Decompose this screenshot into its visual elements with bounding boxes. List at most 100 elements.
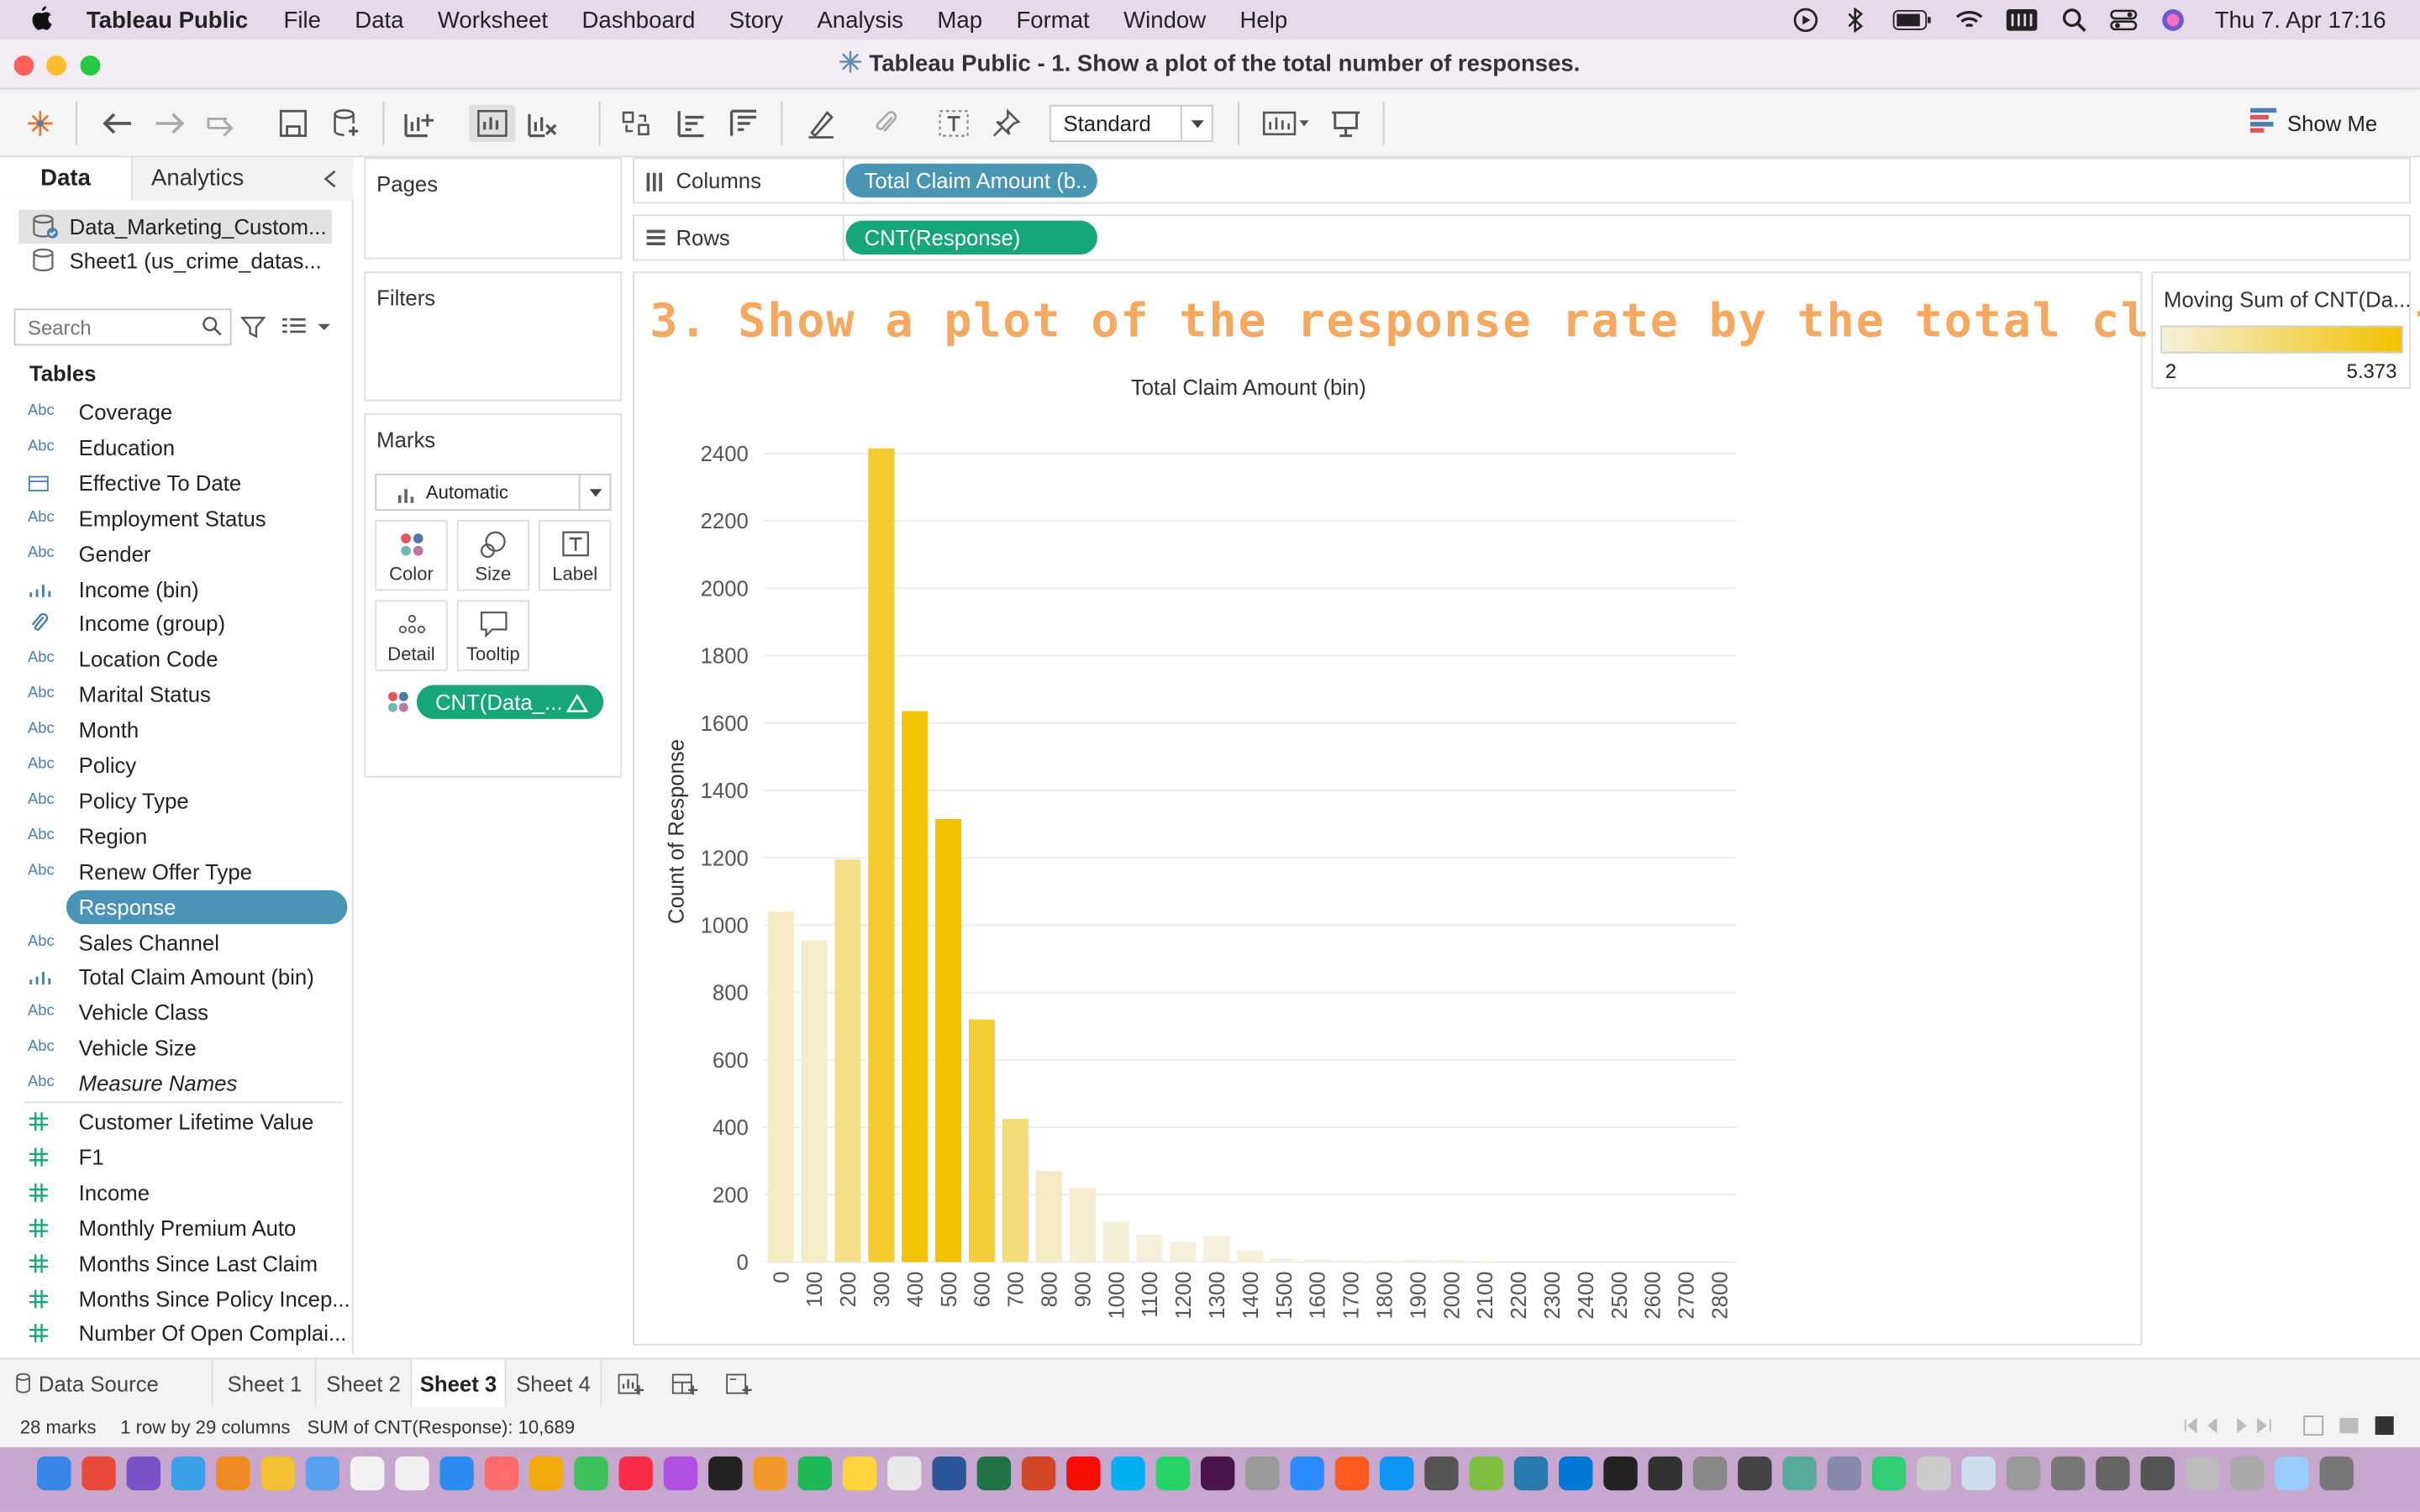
dock-app-icon[interactable] (1155, 1456, 1191, 1491)
tab-data[interactable]: Data (0, 157, 133, 201)
field-measure-names[interactable]: Abc Measure Names (28, 1066, 349, 1100)
dock-app-icon[interactable] (439, 1456, 474, 1491)
dock-app-icon[interactable] (1871, 1456, 1907, 1491)
dock-app-icon[interactable] (663, 1456, 698, 1491)
sheet-tab-3[interactable]: Sheet 3 (412, 1359, 507, 1409)
siri-icon[interactable] (2160, 8, 2187, 32)
field-renew-offer-type[interactable]: Abc Renew Offer Type (28, 854, 349, 888)
sort-ascending-icon[interactable] (673, 105, 710, 142)
bluetooth-icon[interactable] (1841, 8, 1869, 33)
menu-analysis[interactable]: Analysis (817, 7, 903, 33)
field-region[interactable]: Abc Region (28, 819, 349, 853)
pages-card[interactable]: Pages (364, 157, 623, 260)
field-vehicle-class[interactable]: Abc Vehicle Class (28, 995, 349, 1029)
dock-app-icon[interactable] (1603, 1456, 1638, 1491)
sheet-navigation-icon[interactable] (2182, 1416, 2284, 1440)
color-legend[interactable]: Moving Sum of CNT(Da... 2 5.373 (2151, 271, 2411, 389)
field-location-code[interactable]: Abc Location Code (28, 643, 349, 676)
wifi-icon[interactable] (1955, 8, 1983, 32)
size-button[interactable]: Size (456, 519, 529, 591)
worksheet-view[interactable]: 3. Show a plot of the response rate by t… (633, 271, 2420, 1347)
menu-dashboard[interactable]: Dashboard (581, 7, 695, 33)
dock-app-icon[interactable] (395, 1456, 429, 1491)
dock-app-icon[interactable] (1469, 1456, 1503, 1491)
field-total-claim-amount-bin-[interactable]: Total Claim Amount (bin) (28, 960, 349, 994)
columns-pill[interactable]: Total Claim Amount (b.. (845, 163, 1097, 198)
dock-app-icon[interactable] (976, 1456, 1012, 1491)
dock-app-icon[interactable] (2096, 1456, 2130, 1491)
search-icon[interactable] (2060, 8, 2088, 33)
dock-app-icon[interactable] (1111, 1456, 1145, 1491)
dock-app-icon[interactable] (1782, 1456, 1817, 1491)
clear-sheet-icon[interactable] (524, 105, 561, 142)
app-menu[interactable]: Tableau Public (87, 7, 248, 33)
swap-rows-columns-icon[interactable] (618, 105, 655, 142)
dock-app-icon[interactable] (1066, 1456, 1101, 1491)
clock[interactable]: Thu 7. Apr 17:16 (2215, 7, 2386, 33)
dock-app-icon[interactable] (350, 1456, 385, 1491)
collapse-pane-icon[interactable] (321, 168, 339, 196)
dock-app-icon[interactable] (171, 1456, 206, 1491)
menu-window[interactable]: Window (1123, 7, 1206, 33)
dock-app-icon[interactable] (1559, 1456, 1593, 1491)
bar-chart[interactable]: 0200400600800100012001400160018002000220… (634, 273, 2144, 1347)
dock-app-icon[interactable] (1917, 1456, 1951, 1491)
new-story-icon[interactable] (725, 1372, 753, 1401)
redo-icon[interactable] (151, 105, 188, 142)
dock-app-icon[interactable] (1334, 1456, 1370, 1491)
save-icon[interactable] (275, 105, 312, 142)
field-policy[interactable]: Abc Policy (28, 748, 349, 782)
data-source-item[interactable]: Sheet1 (us_crime_datas... (18, 244, 332, 277)
color-button[interactable]: Color (375, 519, 448, 591)
dock-app-icon[interactable] (126, 1456, 161, 1491)
dock-app-icon[interactable] (574, 1456, 608, 1491)
field-income-group-[interactable]: Income (group) (28, 607, 349, 641)
dock-app-icon[interactable] (484, 1456, 519, 1491)
sheet-tab-4[interactable]: Sheet 4 (506, 1359, 602, 1409)
dock-app-icon[interactable] (2006, 1456, 2041, 1491)
data-source-item[interactable]: Data_Marketing_Custom... (18, 209, 332, 244)
sheet-tab-2[interactable]: Sheet 2 (317, 1359, 413, 1409)
presentation-mode-icon[interactable] (1328, 105, 1365, 142)
dock-app-icon[interactable] (1648, 1456, 1683, 1491)
tableau-home-icon[interactable] (22, 105, 59, 142)
data-source-tab[interactable]: Data Source (0, 1359, 213, 1409)
dock-app-icon[interactable] (2140, 1456, 2175, 1491)
dock-app-icon[interactable] (618, 1456, 653, 1491)
measure-f1[interactable]: F1 (28, 1140, 349, 1173)
field-month[interactable]: Abc Month (28, 713, 349, 747)
filter-fields-icon[interactable] (239, 315, 266, 348)
field-effective-to-date[interactable]: Effective To Date (28, 465, 349, 499)
minimize-window-button[interactable] (46, 55, 66, 76)
dock-app-icon[interactable] (82, 1456, 116, 1491)
field-employment-status[interactable]: Abc Employment Status (28, 501, 349, 534)
rows-pill[interactable]: CNT(Response) (845, 220, 1097, 255)
measure-income[interactable]: Income (28, 1175, 349, 1209)
sort-descending-icon[interactable] (725, 105, 762, 142)
field-education[interactable]: Abc Education (28, 430, 349, 464)
dock-app-icon[interactable] (260, 1456, 295, 1491)
filters-card[interactable]: Filters (364, 271, 623, 402)
search-input[interactable] (15, 310, 186, 344)
dock-app-icon[interactable] (1245, 1456, 1280, 1491)
dock-app-icon[interactable] (1961, 1456, 1996, 1491)
dock-app-icon[interactable] (216, 1456, 250, 1491)
color-field-pill[interactable]: CNT(Data_... (416, 685, 604, 719)
dock-app-icon[interactable] (1738, 1456, 1772, 1491)
field-marital-status[interactable]: Abc Marital Status (28, 678, 349, 711)
field-search-box[interactable] (13, 308, 232, 346)
menu-worksheet[interactable]: Worksheet (438, 7, 548, 33)
measure-number-of-open-complai-[interactable]: Number Of Open Complai... (28, 1316, 349, 1350)
keyboard-icon[interactable] (2005, 8, 2039, 32)
field-policy-type[interactable]: Abc Policy Type (28, 784, 349, 817)
dock-app-icon[interactable] (1200, 1456, 1235, 1491)
field-vehicle-size[interactable]: Abc Vehicle Size (28, 1031, 349, 1064)
label-button[interactable]: Label (539, 519, 612, 591)
dock-app-icon[interactable] (1424, 1456, 1459, 1491)
sheet-tab-1[interactable]: Sheet 1 (214, 1359, 317, 1409)
dock-app-icon[interactable] (2319, 1456, 2354, 1491)
view-mode-icons[interactable] (2302, 1415, 2398, 1441)
field-sales-channel[interactable]: Abc Sales Channel (28, 925, 349, 958)
maximize-window-button[interactable] (80, 55, 101, 76)
dock-app-icon[interactable] (2185, 1456, 2220, 1491)
